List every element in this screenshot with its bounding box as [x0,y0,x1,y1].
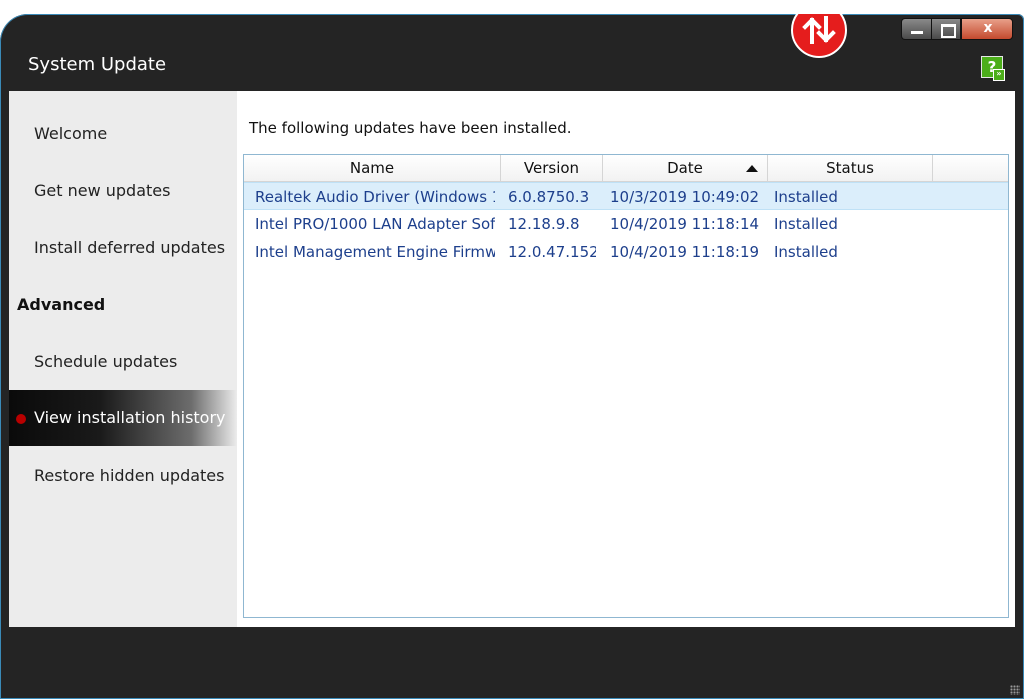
main-panel: The following updates have been installe… [237,91,1015,627]
sidebar-item-welcome[interactable]: Welcome [9,106,237,162]
sidebar-item-label: Welcome [34,124,108,143]
table-row[interactable]: Intel Management Engine Firmwa 12.0.47.1… [244,238,1008,266]
minimize-icon [911,31,923,34]
app-window: System Update x ? » Welcome Get new upda… [0,14,1024,699]
cell-name: Intel PRO/1000 LAN Adapter Soft [255,215,495,233]
column-header-label: Status [826,159,874,177]
window-title: System Update [28,54,167,75]
table-row[interactable]: Intel PRO/1000 LAN Adapter Soft 12.18.9.… [244,210,1008,238]
help-button[interactable]: ? » [981,56,1005,81]
sidebar-item-install-deferred-updates[interactable]: Install deferred updates [9,220,237,276]
cell-date: 10/4/2019 11:18:19 A [610,243,761,261]
content-area: Welcome Get new updates Install deferred… [9,91,1015,627]
column-header-filler [933,155,1008,181]
table-header: Name Version Date Status [244,155,1008,182]
sidebar-item-view-installation-history[interactable]: View installation history [9,390,237,446]
column-header-label: Date [667,159,703,177]
column-header-status[interactable]: Status [768,155,933,181]
cell-version: 6.0.8750.3 [508,188,590,206]
sidebar-item-label: Schedule updates [34,352,178,371]
resize-grip-icon[interactable] [1010,685,1020,695]
column-header-name[interactable]: Name [244,155,501,181]
sidebar-item-label: Restore hidden updates [34,466,225,485]
table-row[interactable]: Realtek Audio Driver (Windows 1 6.0.8750… [244,182,1008,210]
sidebar-heading-advanced: Advanced [9,277,237,333]
updates-table: Name Version Date Status Realtek Audio D… [243,154,1009,618]
cell-status: Installed [774,243,838,261]
sidebar-heading-label: Advanced [17,295,106,314]
cell-version: 12.0.47.1524 [508,243,596,261]
column-header-version[interactable]: Version [501,155,603,181]
cell-status: Installed [774,188,838,206]
help-expand-icon: » [993,69,1005,81]
cell-version: 12.18.9.8 [508,215,580,233]
minimize-button[interactable] [901,18,931,40]
column-header-date[interactable]: Date [603,155,768,181]
sidebar-item-schedule-updates[interactable]: Schedule updates [9,334,237,390]
sidebar-item-label: Install deferred updates [34,238,226,257]
close-icon: x [983,20,993,36]
close-button[interactable]: x [961,18,1013,40]
sidebar-item-label: View installation history [34,408,226,427]
sidebar: Welcome Get new updates Install deferred… [9,91,237,627]
cell-name: Realtek Audio Driver (Windows 1 [255,188,495,206]
cell-status: Installed [774,215,838,233]
sidebar-item-restore-hidden-updates[interactable]: Restore hidden updates [9,448,237,504]
column-header-label: Name [349,159,395,177]
cell-date: 10/4/2019 11:18:14 A [610,215,761,233]
page-intro-text: The following updates have been installe… [249,119,572,137]
cell-date: 10/3/2019 10:49:02 A [610,188,761,206]
sidebar-item-get-new-updates[interactable]: Get new updates [9,163,237,219]
cell-name: Intel Management Engine Firmwa [255,243,495,261]
sidebar-item-label: Get new updates [34,181,171,200]
update-arrows-icon [791,14,847,58]
maximize-icon [941,24,956,38]
active-indicator-icon [16,414,26,424]
maximize-button[interactable] [931,18,961,40]
sort-ascending-icon [746,165,758,172]
column-header-label: Version [523,159,580,177]
